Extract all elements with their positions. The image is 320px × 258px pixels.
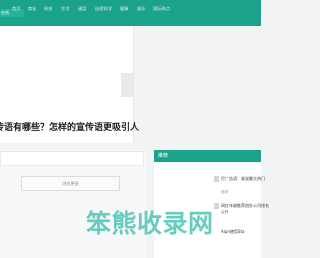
slide-caption[interactable]: 传语有哪些？怎样的宣传语更吸引人: [0, 120, 139, 133]
watermark-text: 笨熊收录网: [86, 209, 214, 238]
sidebar-title: 推荐: [158, 153, 169, 159]
slider-side-area: [134, 26, 261, 143]
top-navigation-bar: 在线 首页 商业 科技 生活 速度 自然科学 健康 娱乐 国际热点: [0, 0, 261, 26]
nav-item-business[interactable]: 商业: [28, 6, 37, 12]
nav-item-home[interactable]: 首页: [12, 6, 21, 12]
slider-next-arrow[interactable]: [121, 73, 134, 97]
list-item[interactable]: [0, 151, 144, 166]
sidebar-item-1-title[interactable]: 打广告语：谁说最大热门: [221, 176, 265, 182]
nav-item-speed[interactable]: 速度: [78, 6, 87, 12]
nav-item-international[interactable]: 国际热点: [153, 6, 170, 12]
sidebar-header: 推荐: [154, 150, 261, 162]
load-more-button[interactable]: 浏览更多: [21, 176, 120, 191]
sidebar-item-1-meta: 推荐: [221, 190, 229, 194]
nav-item-life[interactable]: 生活: [61, 6, 70, 12]
sidebar-item-2-sub: 公开: [221, 210, 229, 214]
sidebar-item-2-title[interactable]: 网红年收推荐创办公司排名: [221, 203, 269, 209]
nav-item-science[interactable]: 自然科学: [95, 6, 112, 12]
logo-text: 在线: [1, 10, 9, 15]
nav-item-health[interactable]: 健康: [120, 6, 129, 12]
thumbnail-icon[interactable]: [214, 176, 219, 182]
thumbnail-icon[interactable]: [214, 203, 219, 209]
sidebar-item-3-title[interactable]: Aipn使用Sta: [221, 229, 244, 235]
nav-item-entertainment[interactable]: 娱乐: [137, 6, 146, 12]
nav-item-tech[interactable]: 科技: [44, 6, 53, 12]
